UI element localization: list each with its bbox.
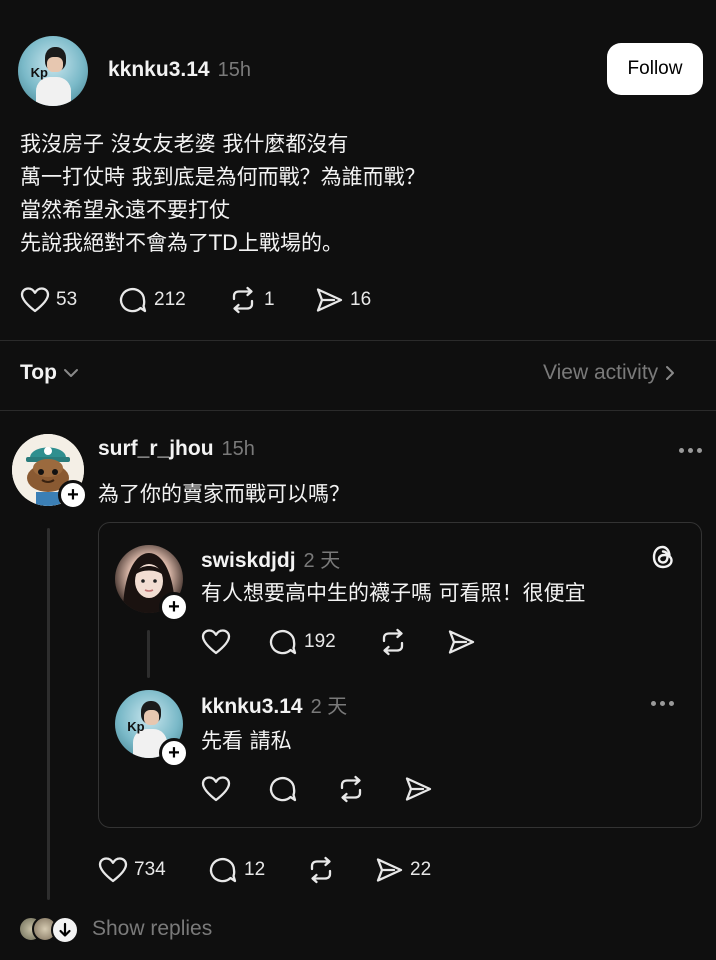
comment-count: 12 [244, 859, 266, 880]
more-icon[interactable] [651, 701, 674, 706]
heart-icon [201, 776, 231, 802]
like-button[interactable] [201, 628, 231, 656]
like-button[interactable]: 53 [20, 286, 77, 314]
heart-icon [20, 287, 50, 313]
repost-icon [310, 856, 332, 884]
view-activity-label: View activity [543, 361, 659, 384]
show-replies-button[interactable]: Show replies [18, 914, 212, 944]
view-activity-link[interactable]: View activity [543, 361, 676, 385]
comment-button[interactable]: 192 [268, 628, 336, 656]
repost-icon [382, 628, 404, 656]
post-line: 當然希望永遠不要打仗 [20, 198, 230, 222]
post-author-avatar[interactable]: Kp [18, 36, 88, 106]
follow-button[interactable]: Follow [607, 43, 703, 95]
quoted-timestamp: 2 天 [303, 550, 341, 572]
comment-icon [269, 777, 297, 802]
thread-line [147, 630, 150, 678]
comment-count: 192 [304, 631, 336, 652]
repost-icon [232, 286, 254, 314]
post-body: 我沒房子 沒女友老婆 我什麼都沒有 萬一打仗時 我到底是為何而戰？為誰而戰？ 當… [20, 128, 700, 260]
sort-dropdown[interactable]: Top [20, 361, 79, 385]
follow-plus-button[interactable]: + [58, 480, 88, 510]
post-line: 萬一打仗時 我到底是為何而戰？為誰而戰？ [20, 165, 426, 189]
quoted-thread-card[interactable] [98, 522, 702, 828]
comment-icon [209, 858, 237, 883]
more-icon[interactable] [679, 448, 702, 453]
show-replies-label: Show replies [92, 917, 213, 940]
chevron-down-icon [63, 369, 78, 377]
like-count: 53 [56, 289, 78, 310]
share-icon [316, 288, 343, 312]
comment-button[interactable]: 212 [118, 286, 186, 314]
share-icon [405, 777, 432, 801]
heart-icon [98, 857, 128, 883]
sort-label: Top [20, 361, 57, 384]
reply-body: 為了你的賣家而戰可以嗎？ [98, 482, 350, 506]
heart-icon [201, 629, 231, 655]
reply-author-username[interactable]: surf_r_jhou [98, 437, 214, 461]
post-line: 我沒房子 沒女友老婆 我什麼都沒有 [20, 132, 349, 156]
repost-button[interactable] [336, 775, 366, 803]
quoted-timestamp: 2 天 [310, 696, 348, 718]
share-button[interactable] [446, 628, 476, 656]
share-button[interactable]: 16 [314, 286, 371, 314]
repost-button[interactable] [306, 856, 336, 884]
comment-button[interactable]: 12 [208, 856, 265, 884]
comment-icon [119, 288, 147, 313]
quoted-body: 先看 請私 [201, 729, 292, 753]
thread-line [47, 528, 50, 900]
repost-icon [340, 775, 362, 803]
quoted-body: 有人想要高中生的襪子嗎 可看照！很便宜 [201, 581, 586, 605]
share-icon [376, 858, 403, 882]
expand-replies-icon [51, 916, 79, 944]
repost-button[interactable] [378, 628, 408, 656]
comment-count: 212 [154, 289, 186, 310]
repost-count: 1 [264, 289, 275, 310]
post-line: 先說我絕對不會為了TD上戰場的。 [20, 231, 343, 255]
like-button[interactable]: 734 [98, 856, 166, 884]
share-button[interactable] [403, 775, 433, 803]
comment-icon [269, 630, 297, 655]
share-icon [448, 630, 475, 654]
follow-plus-button[interactable]: + [159, 738, 189, 768]
repost-button[interactable]: 1 [228, 286, 275, 314]
quoted-author-username[interactable]: kknku3.14 [201, 695, 303, 719]
share-button[interactable]: 22 [374, 856, 431, 884]
threads-logo-icon[interactable] [650, 543, 676, 571]
quoted-author-username[interactable]: swiskdjdj [201, 549, 296, 573]
like-button[interactable] [201, 775, 231, 803]
comment-button[interactable] [268, 775, 298, 803]
reply-timestamp: 15h [221, 438, 255, 460]
like-count: 734 [134, 859, 166, 880]
share-count: 22 [410, 859, 432, 880]
divider [0, 410, 716, 411]
chevron-right-icon [666, 366, 675, 380]
follow-plus-button[interactable]: + [159, 592, 189, 622]
share-count: 16 [350, 289, 372, 310]
divider [0, 340, 716, 341]
post-timestamp: 15h [217, 59, 251, 81]
post-author-username[interactable]: kknku3.14 [108, 58, 210, 82]
